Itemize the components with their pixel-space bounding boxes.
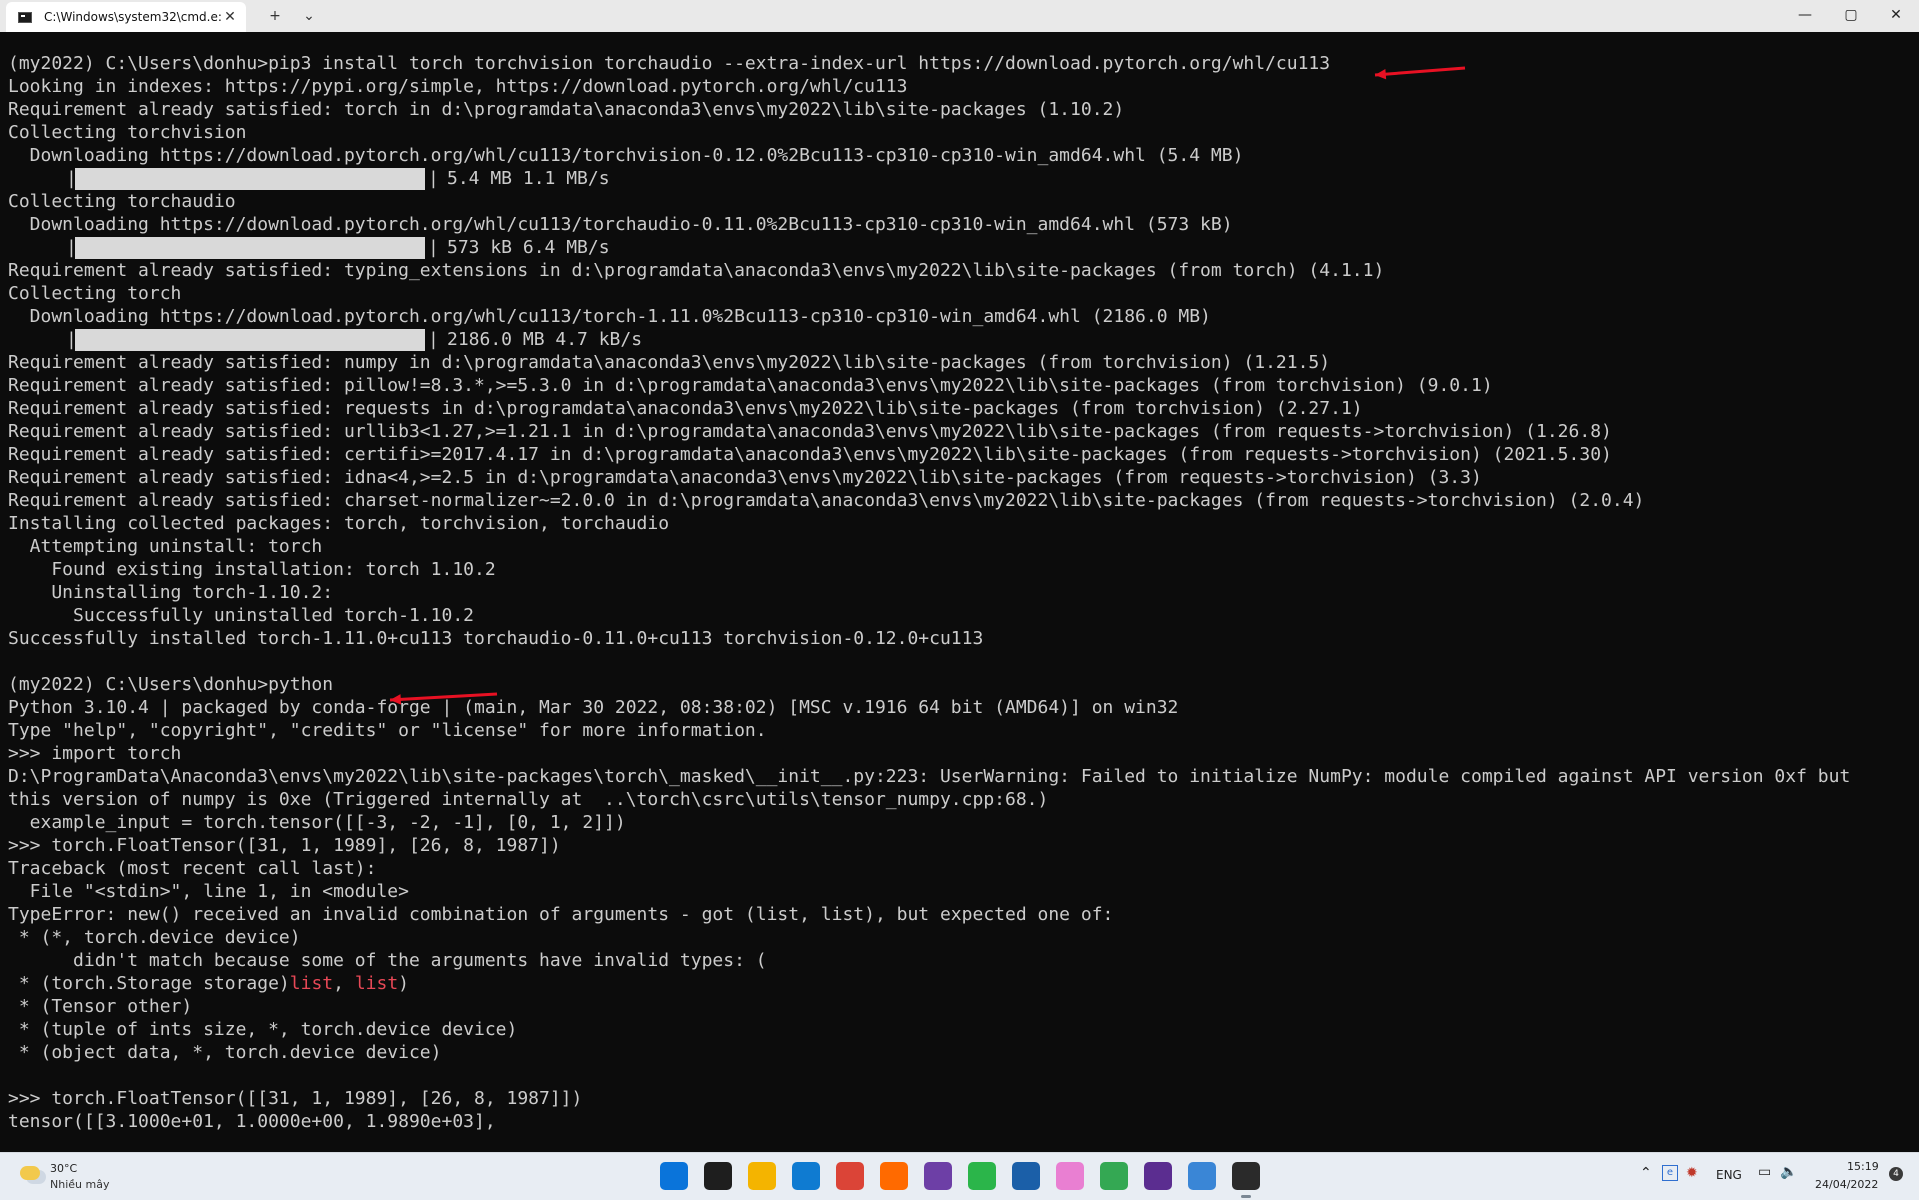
- console-line: example_input = torch.tensor([[-3, -2, -…: [8, 812, 626, 833]
- console-line: >>> import torch: [8, 743, 182, 764]
- console-line: Requirement already satisfied: pillow!=8…: [8, 375, 1493, 396]
- console-text: ): [398, 973, 410, 994]
- console-line: >>> torch.FloatTensor([31, 1, 1989], [26…: [8, 835, 561, 856]
- progress-label: 573 kB 6.4 MB/s: [447, 237, 610, 258]
- console-line: Requirement already satisfied: certifi>=…: [8, 444, 1612, 465]
- notepad-icon[interactable]: [1188, 1162, 1216, 1190]
- console-line: Collecting torchaudio: [8, 191, 236, 212]
- new-tab-button[interactable]: +: [264, 6, 286, 26]
- visual-studio-icon[interactable]: [924, 1162, 952, 1190]
- task-view-icon[interactable]: [704, 1162, 732, 1190]
- console-line: * (tuple of ints size, *, torch.device d…: [8, 1019, 518, 1040]
- remote-desktop-icon[interactable]: [1012, 1162, 1040, 1190]
- console-line: Attempting uninstall: torch: [8, 536, 323, 557]
- download-progress-bar: [75, 329, 425, 351]
- weather-widget[interactable]: 30°C Nhiều mây: [16, 1160, 136, 1194]
- error-type-highlight: list: [354, 973, 399, 994]
- console-line: Requirement already satisfied: torch in …: [8, 99, 1125, 120]
- tab-title: C:\Windows\system32\cmd.e:: [44, 10, 222, 24]
- close-button[interactable]: ✕: [1873, 0, 1919, 32]
- console-line: Looking in indexes: https://pypi.org/sim…: [8, 76, 908, 97]
- clock-date[interactable]: 24/04/2022: [1815, 1178, 1878, 1191]
- console-line: Downloading https://download.pytorch.org…: [8, 214, 1233, 235]
- console-line: * (object data, *, torch.device device): [8, 1042, 442, 1063]
- bug-tray-icon[interactable]: ✹: [1686, 1165, 1698, 1181]
- title-bar: C:\Windows\system32\cmd.e: ✕ + ⌄ — ▢ ✕: [0, 0, 1919, 32]
- terminal-tab[interactable]: C:\Windows\system32\cmd.e: ✕: [6, 2, 246, 32]
- volume-icon[interactable]: 🔈: [1780, 1164, 1797, 1180]
- sublime-text-icon[interactable]: [880, 1162, 908, 1190]
- clock-time[interactable]: 15:19: [1847, 1160, 1879, 1173]
- console-line: * (Tensor other): [8, 996, 193, 1017]
- annotation-arrow-pip-command: [1374, 66, 1466, 80]
- console-line: Python 3.10.4 | packaged by conda-forge …: [8, 697, 1179, 718]
- console-line: D:\ProgramData\Anaconda3\envs\my2022\lib…: [8, 766, 1851, 787]
- terminal-icon[interactable]: [1232, 1162, 1260, 1198]
- console-line: File "<stdin>", line 1, in <module>: [8, 881, 409, 902]
- console-text: ,: [333, 973, 355, 994]
- weather-condition: Nhiều mây: [50, 1178, 110, 1191]
- sync-app-icon[interactable]: [968, 1162, 996, 1190]
- console-line: Traceback (most recent call last):: [8, 858, 377, 879]
- console-text: * (torch.Storage storage): [8, 973, 290, 994]
- tab-dropdown-button[interactable]: ⌄: [298, 6, 320, 26]
- progress-bar-right-edge: |: [428, 237, 439, 258]
- progress-bar-right-edge: |: [428, 168, 439, 189]
- console-line: * (torch.Storage storage)list, list): [8, 972, 409, 995]
- console-line: Requirement already satisfied: requests …: [8, 398, 1363, 419]
- annotation-arrow-python-command: [389, 692, 498, 705]
- console-line: tensor([[3.1000e+01, 1.0000e+00, 1.9890e…: [8, 1111, 496, 1132]
- language-indicator[interactable]: ENG: [1716, 1168, 1742, 1182]
- console-line: Downloading https://download.pytorch.org…: [8, 306, 1211, 327]
- console-line: Requirement already satisfied: charset-n…: [8, 490, 1645, 511]
- chrome-icon[interactable]: [836, 1162, 864, 1190]
- console-line: Found existing installation: torch 1.10.…: [8, 559, 496, 580]
- download-progress-bar: [75, 168, 425, 190]
- console-line: TypeError: new() received an invalid com…: [8, 904, 1114, 925]
- console-line: Uninstalling torch-1.10.2:: [8, 582, 334, 603]
- error-type-highlight: list: [289, 973, 334, 994]
- vpn-tray-icon[interactable]: e: [1662, 1165, 1678, 1181]
- console-line: >>> torch.FloatTensor([[31, 1, 1989], [2…: [8, 1088, 583, 1109]
- console-line: Collecting torch: [8, 283, 182, 304]
- pinwheel-app-icon[interactable]: [1056, 1162, 1084, 1190]
- console-line: Requirement already satisfied: idna<4,>=…: [8, 467, 1482, 488]
- console-line: Installing collected packages: torch, to…: [8, 513, 670, 534]
- progress-label: 2186.0 MB 4.7 kB/s: [447, 329, 643, 350]
- console-line: * (*, torch.device device): [8, 927, 301, 948]
- notification-badge[interactable]: 4: [1889, 1167, 1903, 1181]
- maximize-button[interactable]: ▢: [1828, 0, 1874, 32]
- console-line: (my2022) C:\Users\donhu>python: [8, 674, 334, 695]
- media-player-icon[interactable]: [1144, 1162, 1172, 1190]
- console-line: Successfully uninstalled torch-1.10.2: [8, 605, 474, 626]
- console-line: Downloading https://download.pytorch.org…: [8, 145, 1244, 166]
- console-line: Type "help", "copyright", "credits" or "…: [8, 720, 767, 741]
- windows-start-icon[interactable]: [660, 1162, 688, 1190]
- console-line: didn't match because some of the argumen…: [8, 950, 767, 971]
- edge-icon[interactable]: [792, 1162, 820, 1190]
- weather-temp: 30°C: [50, 1162, 78, 1175]
- taskbar: 30°C Nhiều mây ⌃ e ✹ ENG ▭ 🔈 15:19 24/04…: [0, 1152, 1919, 1200]
- cmd-icon: [18, 12, 32, 23]
- chevron-up-icon[interactable]: ⌃: [1640, 1165, 1652, 1181]
- file-explorer-icon[interactable]: [748, 1162, 776, 1190]
- tab-close-button[interactable]: ✕: [220, 7, 240, 27]
- progress-label: 5.4 MB 1.1 MB/s: [447, 168, 610, 189]
- download-progress-bar: [75, 237, 425, 259]
- console-line: Requirement already satisfied: typing_ex…: [8, 260, 1385, 281]
- console-line: (my2022) C:\Users\donhu>pip3 install tor…: [8, 53, 1331, 74]
- console-line: Successfully installed torch-1.11.0+cu11…: [8, 628, 984, 649]
- console-line: Requirement already satisfied: urllib3<1…: [8, 421, 1612, 442]
- minimize-button[interactable]: —: [1782, 0, 1828, 32]
- console-line: Requirement already satisfied: numpy in …: [8, 352, 1331, 373]
- network-icon[interactable]: ▭: [1758, 1164, 1771, 1180]
- console-output[interactable]: (my2022) C:\Users\donhu>pip3 install tor…: [0, 32, 1919, 1152]
- progress-bar-right-edge: |: [428, 329, 439, 350]
- cloud-sun-icon: [20, 1166, 40, 1180]
- chrome-profile-icon[interactable]: [1100, 1162, 1128, 1190]
- console-line: this version of numpy is 0xe (Triggered …: [8, 789, 1049, 810]
- console-line: Collecting torchvision: [8, 122, 247, 143]
